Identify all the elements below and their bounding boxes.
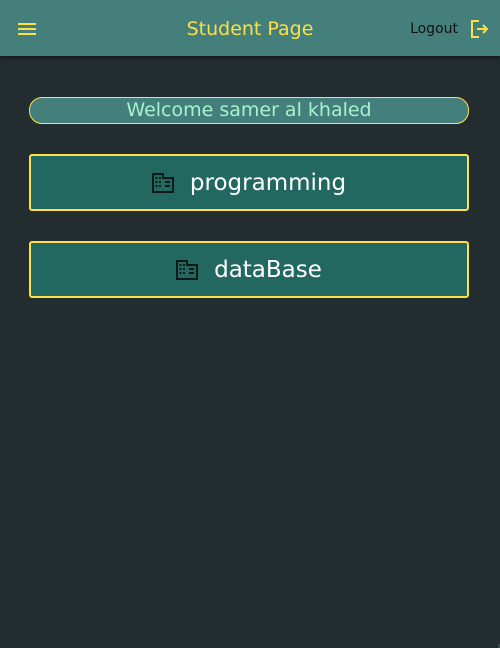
building-icon — [176, 259, 199, 281]
logout-button[interactable]: Logout — [410, 15, 490, 43]
logout-icon — [471, 20, 489, 38]
course-card-programming[interactable]: programming — [29, 154, 469, 211]
course-label: programming — [189, 169, 347, 196]
logout-label: Logout — [410, 21, 458, 37]
building-icon — [151, 172, 174, 194]
course-card-database[interactable]: dataBase — [29, 241, 469, 298]
welcome-banner: Welcome samer al khaled — [29, 97, 469, 124]
course-label: dataBase — [214, 256, 322, 283]
app-bar: Student Page Logout — [0, 0, 500, 56]
